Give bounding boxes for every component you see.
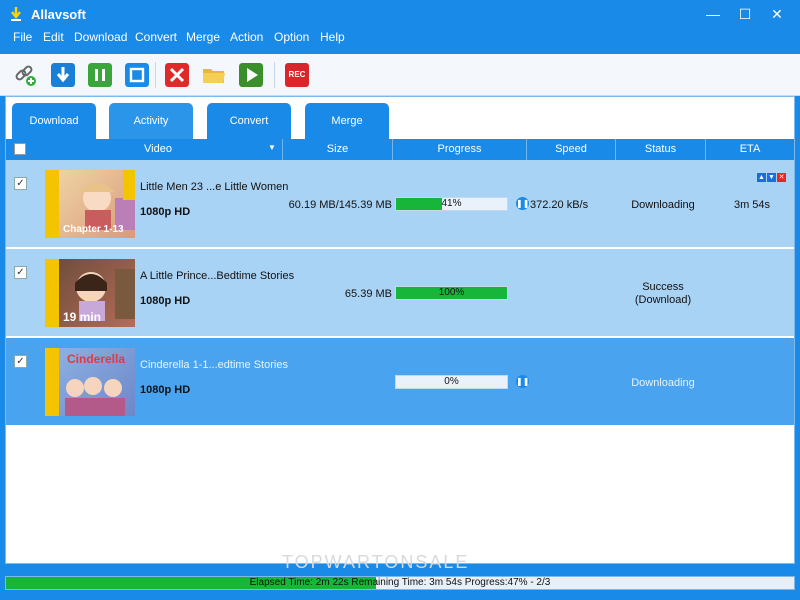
thumbnail-caption: Chapter 1-13 [63, 224, 124, 235]
toolbar: REC [0, 54, 800, 96]
video-title: Cinderella 1-1...edtime Stories [140, 359, 288, 371]
video-thumbnail: Cinderella [45, 348, 135, 416]
progress-bar: 0% [395, 375, 508, 389]
pause-icon[interactable] [88, 63, 112, 87]
close-button[interactable]: ✕ [762, 4, 792, 24]
menu-bar: File Edit Download Convert Merge Action … [0, 28, 800, 48]
menu-file[interactable]: File [13, 30, 32, 44]
menu-download[interactable]: Download [74, 30, 127, 44]
select-all-checkbox[interactable] [14, 143, 26, 155]
column-progress[interactable]: Progress [393, 139, 527, 160]
column-speed[interactable]: Speed [527, 139, 616, 160]
column-size[interactable]: Size [283, 139, 393, 160]
row-controls: ▲ ▼ ✕ [757, 173, 787, 182]
overall-progress-text: Elapsed Time: 2m 22s Remaining Time: 3m … [249, 577, 551, 588]
tab-strip: Download Activity Convert Merge [6, 97, 794, 139]
video-quality: 1080p HD [140, 384, 191, 396]
file-size: 60.19 MB/145.39 MB [288, 199, 392, 211]
play-icon[interactable] [239, 63, 263, 87]
status-text: Downloading [631, 377, 695, 389]
video-thumbnail: 19 min [45, 259, 135, 327]
status-text: Downloading [631, 199, 695, 211]
thumbnail-caption: Cinderella [67, 352, 126, 366]
status-bar: Elapsed Time: 2m 22s Remaining Time: 3m … [0, 574, 800, 600]
window-title: Allavsoft [31, 7, 86, 22]
download-panel: Download Activity Convert Merge Video ▼ … [5, 96, 795, 564]
minimize-button[interactable]: — [698, 4, 728, 24]
progress-label: 100% [438, 287, 465, 298]
stop-icon[interactable] [125, 63, 149, 87]
download-speed: 372.20 kB/s [530, 199, 589, 211]
maximize-button[interactable]: ☐ [730, 4, 760, 24]
tab-convert[interactable]: Convert [207, 103, 291, 139]
row-checkbox[interactable]: ✓ [14, 355, 27, 368]
eta-text: 3m 54s [733, 199, 771, 211]
column-eta[interactable]: ETA [706, 139, 794, 160]
status-line: Success [642, 281, 684, 293]
menu-option[interactable]: Option [274, 30, 309, 44]
progress-label: 41% [441, 198, 462, 209]
status-line-sub: (Download) [634, 294, 692, 306]
menu-edit[interactable]: Edit [43, 30, 64, 44]
menu-convert[interactable]: Convert [135, 30, 177, 44]
row-checkbox[interactable]: ✓ [14, 177, 27, 190]
pause-icon[interactable]: ❚❚ [516, 375, 529, 388]
pause-icon[interactable]: ❚❚ [516, 197, 529, 210]
record-icon[interactable]: REC [285, 63, 309, 87]
move-down-icon[interactable]: ▼ [767, 173, 776, 182]
tab-activity[interactable]: Activity [109, 103, 193, 139]
table-header: Video ▼ Size Progress Speed Status ETA [6, 139, 794, 160]
folder-icon[interactable] [202, 63, 226, 87]
remove-icon[interactable]: ✕ [777, 173, 786, 182]
progress-label: 0% [444, 376, 459, 387]
toolbar-separator [155, 62, 156, 88]
menu-action[interactable]: Action [230, 30, 263, 44]
menu-merge[interactable]: Merge [186, 30, 220, 44]
column-video[interactable]: Video [34, 139, 283, 160]
title-bar: Allavsoft — ☐ ✕ [0, 0, 800, 28]
list-item[interactable]: ✓ Cinderella Cinderella 1-1...edtime Sto… [6, 338, 794, 426]
row-checkbox[interactable]: ✓ [14, 266, 27, 279]
tab-download[interactable]: Download [12, 103, 96, 139]
download-list: ✓ Chapter 1-13 Little Men 23 ...e Little… [6, 160, 794, 426]
video-title: A Little Prince...Bedtime Stories [140, 270, 295, 282]
list-item[interactable]: ✓ Chapter 1-13 Little Men 23 ...e Little… [6, 160, 794, 248]
download-icon[interactable] [51, 63, 75, 87]
tab-merge[interactable]: Merge [305, 103, 389, 139]
list-item[interactable]: ✓ 19 min A Little Prince...Bedtime Stori… [6, 249, 794, 337]
overall-progress-bar: Elapsed Time: 2m 22s Remaining Time: 3m … [5, 576, 795, 590]
video-quality: 1080p HD [140, 206, 191, 218]
watermark-text: TOPWARTONSALE [282, 552, 470, 572]
delete-icon[interactable] [165, 63, 189, 87]
app-window: Allavsoft — ☐ ✕ File Edit Download Conve… [0, 0, 800, 600]
toolbar-separator [274, 62, 275, 88]
progress-bar: 41% [395, 197, 508, 211]
menu-help[interactable]: Help [320, 30, 345, 44]
status-text: Success (Download) [618, 281, 708, 307]
thumbnail-caption: 19 min [63, 310, 102, 324]
sort-arrow-icon: ▼ [268, 143, 276, 152]
video-title: Little Men 23 ...e Little Women [140, 181, 289, 193]
file-size: 65.39 MB [344, 288, 392, 300]
link-add-icon[interactable] [13, 63, 37, 87]
video-quality: 1080p HD [140, 295, 191, 307]
move-up-icon[interactable]: ▲ [757, 173, 766, 182]
allavsoft-logo-icon [11, 7, 21, 21]
column-status[interactable]: Status [616, 139, 706, 160]
progress-bar: 100% [395, 286, 508, 300]
video-thumbnail: Chapter 1-13 [45, 170, 135, 238]
